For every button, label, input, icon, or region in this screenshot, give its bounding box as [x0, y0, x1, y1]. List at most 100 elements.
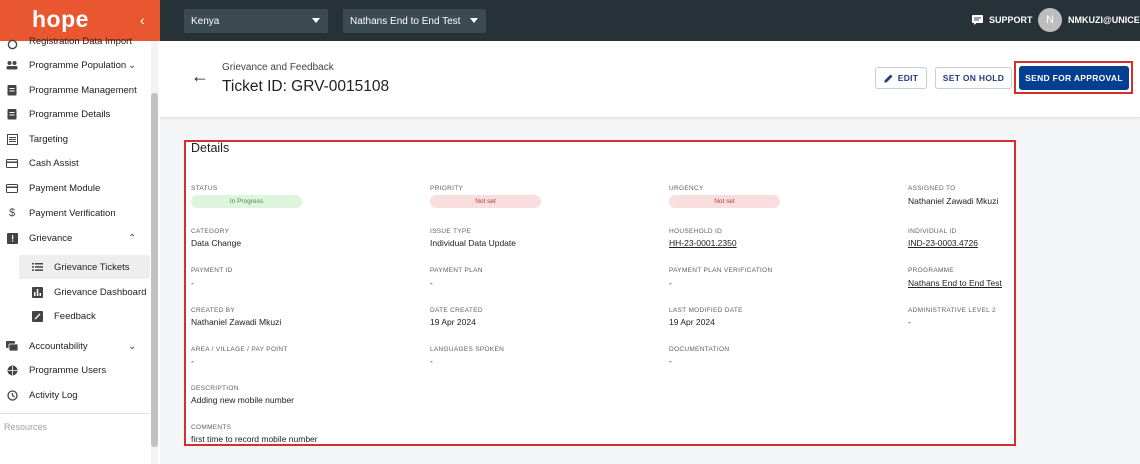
last-modified-label: LAST MODIFIED DATE [669, 307, 743, 314]
chevron-down-icon[interactable]: ⌄ [128, 341, 136, 352]
comments-value: first time to record mobile number [191, 434, 318, 444]
payment-plan-value: - [430, 278, 433, 288]
chevron-down-icon[interactable]: ⌄ [128, 60, 136, 71]
details-card [184, 140, 1016, 446]
programme-label: PROGRAMME [908, 267, 955, 274]
sidebar-item-feedback[interactable]: Feedback [19, 304, 150, 328]
support-label: SUPPORT [989, 15, 1033, 25]
sidebar-item-accountability[interactable]: Accountability ⌄ [0, 334, 150, 358]
sidebar-item-grievance[interactable]: Grievance ⌃ [0, 226, 150, 250]
sidebar-item-label: Programme Users [29, 364, 107, 376]
programme-select[interactable]: Nathans End to End Test [343, 9, 486, 33]
chevron-up-icon[interactable]: ⌃ [128, 233, 136, 244]
date-created-label: DATE CREATED [430, 307, 483, 314]
country-select[interactable]: Kenya [184, 9, 328, 33]
sidebar-scrollbar-thumb[interactable] [151, 93, 158, 447]
urgency-badge: Not set [669, 195, 780, 208]
individual-id-label: INDIVIDUAL ID [908, 228, 957, 235]
assigned-to-value: Nathaniel Zawadi Mkuzi [908, 196, 999, 206]
documentation-label: DOCUMENTATION [669, 346, 730, 353]
sidebar-item-label: Programme Management [29, 84, 137, 96]
area-label: AREA / VILLAGE / PAY POINT [191, 346, 288, 353]
sidebar-divider [0, 413, 150, 414]
chat-icon [6, 340, 18, 352]
languages-label: LANGUAGES SPOKEN [430, 346, 505, 353]
back-arrow-icon[interactable]: ← [191, 66, 209, 87]
clipboard-icon [6, 84, 18, 96]
category-label: CATEGORY [191, 228, 230, 235]
card-icon [6, 157, 18, 169]
sidebar-item-cash-assist[interactable]: Cash Assist [0, 151, 150, 175]
chevron-left-icon[interactable]: ‹ [140, 12, 145, 28]
caret-down-icon [312, 18, 320, 23]
sidebar-item-label: Grievance Dashboard [54, 286, 147, 298]
admin-level-label: ADMINISTRATIVE LEVEL 2 [908, 307, 996, 314]
sidebar-item-grievance-tickets[interactable]: Grievance Tickets [19, 255, 150, 279]
history-icon [6, 389, 18, 401]
avatar[interactable]: N [1038, 8, 1062, 32]
payment-plan-verification-value: - [669, 278, 672, 288]
created-by-value: Nathaniel Zawadi Mkuzi [191, 317, 282, 327]
individual-id-link[interactable]: IND-23-0003.4726 [908, 238, 978, 248]
priority-badge: Not set [430, 195, 541, 208]
household-id-link[interactable]: HH-23-0001.2350 [669, 238, 737, 248]
sidebar-item-programme-users[interactable]: Programme Users [0, 358, 150, 382]
languages-value: - [430, 356, 433, 366]
sidebar-item-label: Targeting [29, 133, 69, 145]
edit-button[interactable]: EDIT [875, 67, 927, 89]
sidebar-item-grievance-dashboard[interactable]: Grievance Dashboard [19, 280, 150, 304]
chart-icon [31, 286, 43, 298]
list-icon [31, 261, 43, 273]
list-icon [6, 133, 18, 145]
highlight-box [1014, 61, 1133, 94]
resources-label[interactable]: Resources [4, 422, 47, 432]
sidebar-item-label: Feedback [54, 310, 96, 322]
breadcrumb[interactable]: Grievance and Feedback [222, 62, 334, 73]
status-badge: In Progress [191, 195, 302, 208]
logo[interactable]: hope [32, 6, 89, 33]
urgency-label: URGENCY [669, 185, 704, 192]
top-bar: Kenya Nathans End to End Test SUPPORT N … [160, 0, 1140, 41]
comments-label: COMMENTS [191, 424, 232, 431]
documentation-value: - [669, 356, 672, 366]
sidebar-item-label: Accountability [29, 340, 88, 352]
sidebar-item-label: Payment Verification [29, 207, 116, 219]
payment-plan-verification-label: PAYMENT PLAN VERIFICATION [669, 267, 773, 274]
clipboard-icon [6, 108, 18, 120]
sidebar-item-targeting[interactable]: Targeting [0, 127, 150, 151]
payment-id-label: PAYMENT ID [191, 267, 233, 274]
priority-label: PRIORITY [430, 185, 464, 192]
sidebar-item-programme-population[interactable]: Programme Population ⌄ [0, 53, 150, 77]
sidebar-item-programme-management[interactable]: Programme Management [0, 78, 150, 102]
sidebar-item-programme-details[interactable]: Programme Details [0, 102, 150, 126]
sidebar-item-activity-log[interactable]: Activity Log [0, 383, 150, 407]
alert-icon [6, 232, 18, 244]
sidebar-item-label: Grievance [29, 232, 73, 244]
app-root: hope ‹ Registration Data Import Programm… [0, 0, 1140, 464]
sidebar-item-label: Registration Data Import [29, 36, 132, 47]
description-value: Adding new mobile number [191, 395, 295, 405]
sidebar-item-label: Grievance Tickets [54, 261, 130, 273]
date-created-value: 19 Apr 2024 [430, 317, 476, 327]
household-id-label: HOUSEHOLD ID [669, 228, 723, 235]
sidebar-item-payment-verification[interactable]: $ Payment Verification [0, 201, 150, 225]
created-by-label: CREATED BY [191, 307, 236, 314]
edit-button-label: EDIT [897, 73, 919, 83]
set-on-hold-label: SET ON HOLD [942, 73, 1005, 83]
set-on-hold-button[interactable]: SET ON HOLD [935, 67, 1012, 89]
payment-plan-label: PAYMENT PLAN [430, 267, 483, 274]
people-icon [6, 59, 18, 71]
programme-link[interactable]: Nathans End to End Test [908, 278, 1002, 288]
sidebar-item-payment-module[interactable]: Payment Module [0, 176, 150, 200]
card-icon [6, 182, 18, 194]
status-label: STATUS [191, 185, 218, 192]
import-icon [6, 38, 18, 50]
details-title: Details [191, 141, 230, 155]
caret-down-icon [470, 18, 478, 23]
category-value: Data Change [191, 238, 242, 248]
programme-select-value: Nathans End to End Test [350, 15, 461, 27]
sidebar-item-label: Payment Module [29, 182, 101, 194]
user-menu[interactable]: NMKUZI@UNICE [1068, 15, 1140, 25]
support-button[interactable]: SUPPORT [972, 15, 1033, 25]
sidebar-item-label: Programme Population [29, 59, 127, 71]
